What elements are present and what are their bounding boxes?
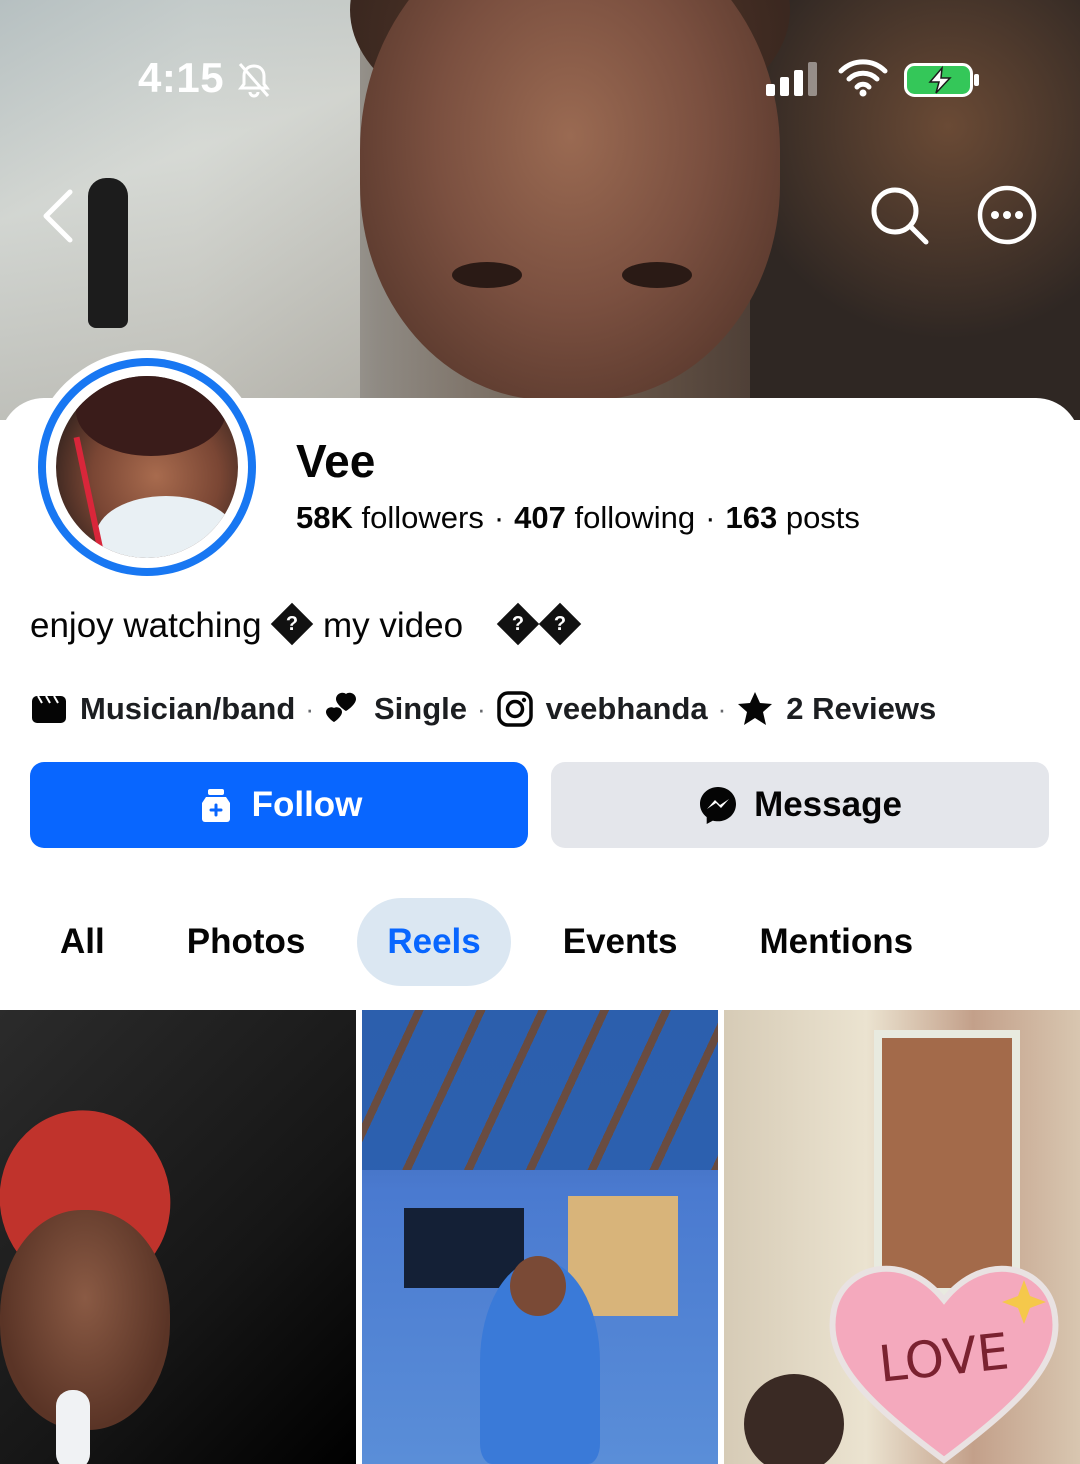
profile-tabs: All Photos Reels Events Mentions [30,898,943,986]
following-stat[interactable]: 407 following [514,500,695,535]
cover-eye-right [622,262,692,288]
back-button[interactable] [36,186,84,246]
category-label[interactable]: Musician/band [80,691,295,727]
avatar-shirt [96,496,236,558]
message-button[interactable]: Message [551,762,1049,848]
tab-photos[interactable]: Photos [157,898,336,986]
love-heart-sticker: LOVE [829,1265,1059,1464]
reel-ceiling [362,1010,718,1170]
cover-eye-left [452,262,522,288]
avatar-hair [76,376,226,456]
tab-all[interactable]: All [30,898,135,986]
add-friend-icon [201,789,230,822]
wifi-icon [838,59,888,97]
tab-mentions[interactable]: Mentions [730,898,944,986]
status-time: 4:15 [138,54,225,101]
reel-thumbnail[interactable]: LOVE [724,1010,1080,1464]
messenger-icon [700,787,737,824]
battery-charging-icon [904,63,979,97]
profile-details: Musician/band · Single · veebhanda · 2 R… [30,686,936,732]
posts-stat: 163 posts [725,500,860,535]
detail-separator: · [717,693,727,724]
status-bar: 4:15 [0,54,1080,110]
hearts-icon [325,692,356,722]
profile-avatar[interactable] [30,350,264,584]
detail-separator: · [477,693,486,724]
bio-text-part-2: my video [323,606,464,645]
cellular-signal-icon [766,62,817,96]
bio-text-part-1: enjoy watching [30,606,262,645]
reel-thumbnail[interactable] [0,1010,356,1464]
search-icon[interactable] [868,184,930,246]
instagram-handle[interactable]: veebhanda [546,691,708,727]
reel-head [510,1256,566,1316]
bell-muted-icon [238,63,270,98]
unknown-glyph-icon: ? [271,602,314,645]
detail-separator: · [305,693,314,724]
reels-grid: LOVE [0,1010,1080,1464]
profile-name: Vee [296,435,376,487]
tab-events[interactable]: Events [533,898,708,986]
star-icon [738,692,773,725]
instagram-icon [496,691,533,727]
avatar-photo [56,376,238,558]
reel-thumbnail[interactable] [362,1010,718,1464]
follow-button[interactable]: Follow [30,762,528,848]
relationship-label: Single [373,691,467,726]
more-horizontal-icon[interactable] [976,184,1038,246]
cover-background-person [88,178,128,328]
followers-stat[interactable]: 58K followers [296,500,484,535]
unknown-glyph-icon: ? [496,602,539,645]
clapperboard-icon [32,695,66,723]
unknown-glyph-icon: ? [538,602,581,645]
message-button-label: Message [754,785,902,824]
tab-reels[interactable]: Reels [357,898,511,986]
reviews-link[interactable]: 2 Reviews [786,691,936,727]
reel-microphone [56,1390,90,1464]
profile-stats: 58K followers · 407 following · 163 posts [296,500,860,535]
follow-button-label: Follow [251,785,363,824]
profile-bio: enjoy watching ? my video ?? [30,602,581,646]
